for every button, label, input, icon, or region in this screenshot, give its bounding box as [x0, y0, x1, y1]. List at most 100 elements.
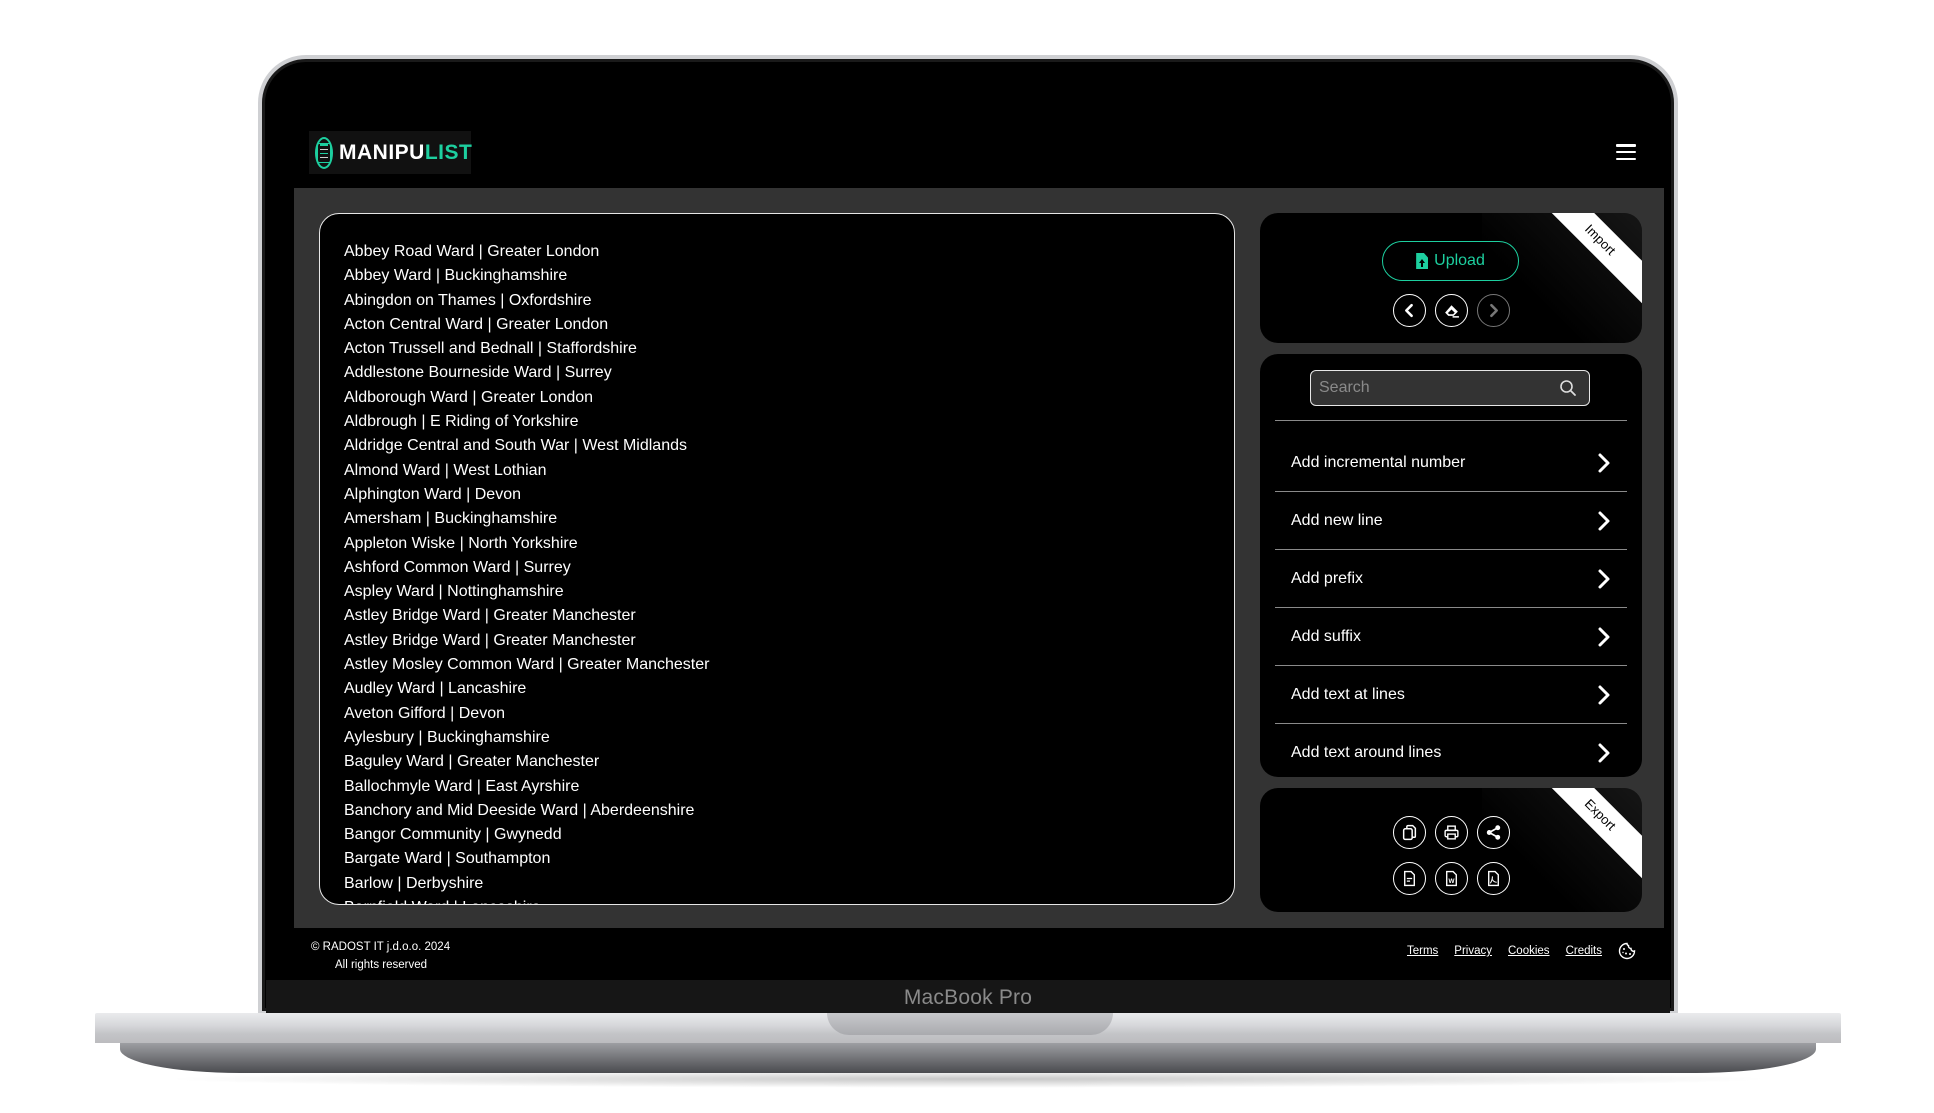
list-line: Acton Trussell and Bednall | Staffordshi… — [344, 340, 637, 358]
list-line: Aldbrough | E Riding of Yorkshire — [344, 413, 579, 431]
list-line: Abbey Ward | Buckinghamshire — [344, 267, 568, 285]
logo-text-accent: LIST — [424, 140, 473, 164]
action-item[interactable]: Add text at lines — [1275, 666, 1627, 724]
rights-text: All rights reserved — [335, 959, 428, 971]
list-line: Alphington Ward | Devon — [344, 485, 521, 503]
chevron-right-icon — [1598, 511, 1610, 530]
copyright-text: © RADOST IT j.d.o.o. 2024 — [311, 941, 451, 953]
clear-button[interactable] — [1434, 294, 1468, 327]
export-txt-button[interactable] — [1392, 862, 1426, 895]
share-icon — [1486, 825, 1500, 840]
list-line: Aveton Gifford | Devon — [344, 704, 505, 722]
logo[interactable]: MANIPULIST — [309, 131, 472, 174]
actions-panel: Add incremental number Add new line Add pr… — [1260, 354, 1642, 777]
list-line: Appleton Wiske | North Yorkshire — [344, 534, 578, 552]
redo-icon — [1489, 303, 1498, 318]
app-header: MANIPULIST — [266, 66, 1670, 188]
logo-icon — [315, 136, 333, 169]
list-line: Barnfield Ward | Lancashire — [344, 896, 1234, 904]
list-line: Aldborough Ward | Greater London — [344, 388, 594, 406]
action-item[interactable]: Add prefix — [1275, 550, 1627, 608]
export-pdf-button[interactable] — [1476, 862, 1510, 895]
list-line: Abingdon on Thames | Oxfordshire — [344, 291, 592, 309]
chevron-right-icon — [1598, 569, 1610, 588]
action-item[interactable]: Add text around lines — [1275, 724, 1627, 777]
txt-file-icon — [1403, 870, 1415, 887]
footer-link-terms[interactable]: Terms — [1407, 945, 1438, 957]
search-input[interactable] — [1311, 371, 1589, 405]
list-line: Ashford Common Ward | Surrey — [344, 558, 571, 576]
footer-link-privacy[interactable]: Privacy — [1454, 945, 1492, 957]
action-item[interactable]: Add new line — [1275, 492, 1627, 550]
import-panel: Import Upload — [1260, 213, 1642, 343]
list-textarea[interactable]: Abbey Road Ward | Greater London Abbey Wa… — [319, 213, 1235, 905]
word-file-icon: W — [1445, 870, 1457, 887]
list-line: Astley Mosley Common Ward | Greater Manc… — [344, 656, 710, 674]
svg-text:W: W — [1448, 878, 1454, 885]
list-line: Baguley Ward | Greater Manchester — [344, 753, 600, 771]
action-item-label: Add text at lines — [1291, 685, 1405, 703]
copy-icon — [1402, 824, 1416, 841]
footer-links: Terms Privacy Cookies Credits — [1407, 942, 1636, 960]
footer-link-cookies[interactable]: Cookies — [1508, 945, 1550, 957]
device-label: MacBook Pro — [903, 985, 1033, 1009]
actions-list: Add incremental number Add new line Add pr… — [1275, 434, 1627, 777]
share-button[interactable] — [1476, 816, 1510, 849]
copy-button[interactable] — [1392, 816, 1426, 849]
print-icon — [1443, 825, 1459, 840]
print-button[interactable] — [1434, 816, 1468, 849]
list-line: Bangor Community | Gwynedd — [344, 826, 562, 844]
action-item[interactable]: Add suffix — [1275, 608, 1627, 666]
list-line: Astley Bridge Ward | Greater Manchester — [344, 607, 636, 625]
lid-bottom-band: MacBook Pro — [266, 980, 1670, 1015]
export-icon-row-2: W — [1260, 862, 1642, 895]
action-item-label: Add suffix — [1291, 627, 1361, 645]
list-line: Banchory and Mid Deeside Ward | Aberdeen… — [344, 801, 695, 819]
undo-button[interactable] — [1392, 294, 1426, 327]
hamburger-menu-icon[interactable] — [1614, 142, 1638, 162]
redo-button[interactable] — [1476, 294, 1510, 327]
cookie-icon[interactable] — [1618, 942, 1636, 960]
list-line: Amersham | Buckinghamshire — [344, 510, 558, 528]
list-line: Barlow | Derbyshire — [344, 874, 484, 892]
chevron-right-icon — [1598, 627, 1610, 646]
copyright: © RADOST IT j.d.o.o. 2024 All rights res… — [311, 938, 450, 974]
import-icon-row — [1260, 294, 1642, 327]
eraser-icon — [1444, 305, 1459, 318]
chevron-right-icon — [1598, 453, 1610, 472]
workspace: Abbey Road Ward | Greater London Abbey Wa… — [294, 188, 1664, 928]
undo-icon — [1404, 303, 1413, 318]
list-line: Aldridge Central and South War | West Mi… — [344, 437, 687, 455]
file-upload-icon — [1416, 253, 1429, 269]
laptop-base-underside — [120, 1043, 1816, 1073]
upload-button-label: Upload — [1434, 252, 1485, 269]
chevron-right-icon — [1598, 685, 1610, 704]
chevron-right-icon — [1598, 743, 1610, 762]
export-panel: Export W — [1260, 788, 1642, 912]
footer-link-credits[interactable]: Credits — [1566, 945, 1602, 957]
divider — [1275, 420, 1627, 421]
list-line: Audley Ward | Lancashire — [344, 680, 527, 698]
action-item[interactable]: Add incremental number — [1275, 434, 1627, 492]
laptop-notch — [827, 1013, 1113, 1035]
list-line: Addlestone Bourneside Ward | Surrey — [344, 364, 612, 382]
list-line: Abbey Road Ward | Greater London — [344, 243, 600, 260]
logo-text: MANIPULIST — [339, 141, 472, 165]
search-icon[interactable] — [1559, 379, 1577, 397]
screen: MANIPULIST Abbey Road Ward | Greater Lon… — [266, 66, 1670, 980]
export-icon-row-1 — [1260, 816, 1642, 849]
pdf-file-icon — [1487, 870, 1499, 887]
list-line: Acton Central Ward | Greater London — [344, 315, 609, 333]
list-line: Aspley Ward | Nottinghamshire — [344, 583, 564, 601]
action-item-label: Add text around lines — [1291, 743, 1442, 761]
action-item-label: Add incremental number — [1291, 453, 1466, 471]
logo-text-main: MANIPU — [339, 140, 425, 164]
export-word-button[interactable]: W — [1434, 862, 1468, 895]
list-line: Astley Bridge Ward | Greater Manchester — [344, 631, 636, 649]
upload-button[interactable]: Upload — [1382, 241, 1519, 281]
list-line: Aylesbury | Buckinghamshire — [344, 728, 550, 746]
footer: © RADOST IT j.d.o.o. 2024 All rights res… — [266, 928, 1670, 980]
list-line: Almond Ward | West Lothian — [344, 461, 547, 479]
action-item-label: Add prefix — [1291, 569, 1364, 587]
list-line: Ballochmyle Ward | East Ayrshire — [344, 777, 580, 795]
